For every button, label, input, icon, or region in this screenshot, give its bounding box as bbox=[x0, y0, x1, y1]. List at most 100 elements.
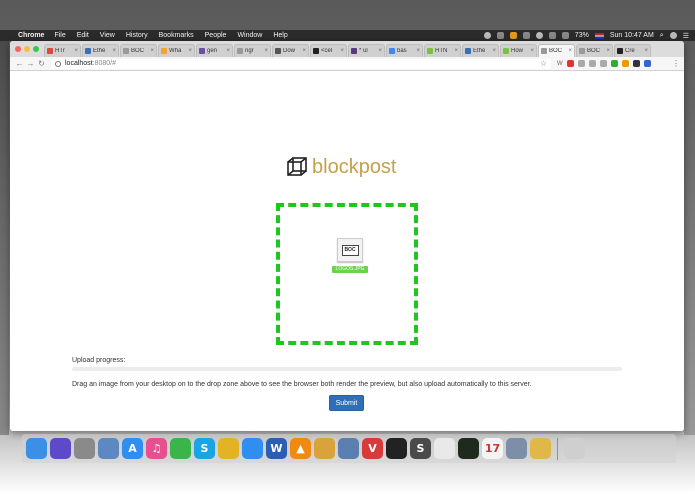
browser-tab[interactable]: BOC × bbox=[120, 44, 157, 57]
activity-monitor-icon[interactable] bbox=[458, 438, 479, 459]
remote-desktop-icon[interactable] bbox=[506, 438, 527, 459]
itunes-icon[interactable]: ♫ bbox=[146, 438, 167, 459]
menu-window[interactable]: Window bbox=[237, 32, 262, 39]
back-arrow-icon[interactable]: ← bbox=[14, 59, 25, 68]
word-icon[interactable]: W bbox=[266, 438, 287, 459]
extension-icon[interactable] bbox=[577, 60, 585, 67]
window-close-button[interactable] bbox=[15, 46, 21, 52]
browser-tab[interactable]: Dow × bbox=[272, 44, 309, 57]
menu-app-name[interactable]: Chrome bbox=[18, 32, 44, 39]
menu-edit[interactable]: Edit bbox=[77, 32, 89, 39]
tab-close-icon[interactable]: × bbox=[150, 48, 154, 54]
browser-tab[interactable]: * ul × bbox=[348, 44, 385, 57]
tab-close-icon[interactable]: × bbox=[492, 48, 496, 54]
file-thumbnail[interactable]: BOC bbox=[337, 238, 363, 262]
browser-tab[interactable]: gen × bbox=[196, 44, 233, 57]
menu-clock[interactable]: Sun 10:47 AM bbox=[610, 32, 654, 39]
browser-tab[interactable]: HTN × bbox=[424, 44, 461, 57]
chrome-icon[interactable] bbox=[218, 438, 239, 459]
tab-close-icon[interactable]: × bbox=[530, 48, 534, 54]
xcode-icon[interactable] bbox=[338, 438, 359, 459]
notification-center-icon[interactable]: ☰ bbox=[683, 32, 689, 40]
window-minimize-button[interactable] bbox=[24, 46, 30, 52]
extension-icon[interactable] bbox=[566, 60, 574, 67]
tab-close-icon[interactable]: × bbox=[264, 48, 268, 54]
safari-icon[interactable] bbox=[242, 438, 263, 459]
spotlight-search-icon[interactable]: ⌕ bbox=[660, 32, 664, 40]
browser-menu-icon[interactable]: ⋮ bbox=[672, 59, 680, 68]
window-maximize-button[interactable] bbox=[33, 46, 39, 52]
preview-icon[interactable] bbox=[98, 438, 119, 459]
submit-button[interactable]: Submit bbox=[329, 395, 364, 411]
image-drop-zone[interactable]: BOC LOGOS.JPG bbox=[276, 203, 418, 345]
status-app-icon[interactable] bbox=[522, 32, 530, 39]
finder-icon[interactable] bbox=[26, 438, 47, 459]
user-avatar-icon[interactable] bbox=[669, 32, 677, 39]
menu-bookmarks[interactable]: Bookmarks bbox=[159, 32, 194, 39]
extension-icon[interactable] bbox=[588, 60, 596, 67]
browser-tab[interactable]: Cre × bbox=[614, 44, 651, 57]
menu-help[interactable]: Help bbox=[273, 32, 287, 39]
status-app-icon[interactable] bbox=[509, 32, 517, 39]
forward-arrow-icon[interactable]: → bbox=[25, 59, 36, 68]
photos-icon[interactable] bbox=[314, 438, 335, 459]
menu-people[interactable]: People bbox=[205, 32, 227, 39]
tab-close-icon[interactable]: × bbox=[568, 48, 572, 54]
tab-close-icon[interactable]: × bbox=[644, 48, 648, 54]
reload-icon[interactable]: ↻ bbox=[36, 59, 47, 68]
input-source-flag-icon[interactable] bbox=[594, 32, 604, 39]
tab-close-icon[interactable]: × bbox=[606, 48, 610, 54]
browser-tab[interactable]: Wha × bbox=[158, 44, 195, 57]
extension-icon[interactable] bbox=[632, 60, 640, 67]
extension-label[interactable]: W bbox=[557, 61, 563, 67]
pencil-icon[interactable] bbox=[530, 438, 551, 459]
trash-icon[interactable] bbox=[564, 438, 585, 459]
tab-close-icon[interactable]: × bbox=[378, 48, 382, 54]
browser-tab[interactable]: bas × bbox=[386, 44, 423, 57]
volume-icon[interactable] bbox=[561, 32, 569, 39]
address-bar[interactable]: localhost :8080/# ☆ bbox=[51, 58, 551, 69]
battery-percent[interactable]: 73% bbox=[575, 32, 589, 39]
textedit-icon[interactable] bbox=[434, 438, 455, 459]
browser-tab[interactable]: HTr × bbox=[44, 44, 81, 57]
vlc-icon[interactable]: ▲ bbox=[290, 438, 311, 459]
extension-icon[interactable] bbox=[610, 60, 618, 67]
browser-tab[interactable]: ngr × bbox=[234, 44, 271, 57]
status-app-icon[interactable] bbox=[496, 32, 504, 39]
siri-icon[interactable] bbox=[50, 438, 71, 459]
extension-icon[interactable] bbox=[599, 60, 607, 67]
browser-tab[interactable]: Ethe × bbox=[82, 44, 119, 57]
terminal-icon[interactable] bbox=[386, 438, 407, 459]
site-info-icon[interactable] bbox=[55, 60, 61, 67]
menu-history[interactable]: History bbox=[126, 32, 148, 39]
browser-tab[interactable]: BOC × bbox=[576, 44, 613, 57]
status-app-icon[interactable] bbox=[483, 32, 491, 39]
app-store-icon[interactable]: A bbox=[122, 438, 143, 459]
tab-close-icon[interactable]: × bbox=[416, 48, 420, 54]
airplay-icon[interactable] bbox=[548, 32, 556, 39]
extension-icon[interactable] bbox=[643, 60, 651, 67]
tab-close-icon[interactable]: × bbox=[226, 48, 230, 54]
tab-close-icon[interactable]: × bbox=[74, 48, 78, 54]
browser-tab[interactable]: Ethe × bbox=[462, 44, 499, 57]
calendar-icon[interactable]: 17 bbox=[482, 438, 503, 459]
facetime-icon[interactable] bbox=[170, 438, 191, 459]
menu-view[interactable]: View bbox=[100, 32, 115, 39]
tab-close-icon[interactable]: × bbox=[302, 48, 306, 54]
extension-icon[interactable] bbox=[621, 60, 629, 67]
url-host: localhost bbox=[65, 60, 93, 67]
vivaldi-icon[interactable]: V bbox=[362, 438, 383, 459]
browser-tab[interactable]: <cel × bbox=[310, 44, 347, 57]
skype-icon[interactable]: S bbox=[194, 438, 215, 459]
browser-tab[interactable]: BOC × bbox=[538, 44, 575, 57]
wifi-icon[interactable] bbox=[535, 32, 543, 39]
tab-close-icon[interactable]: × bbox=[340, 48, 344, 54]
launchpad-icon[interactable] bbox=[74, 438, 95, 459]
tab-close-icon[interactable]: × bbox=[454, 48, 458, 54]
tab-close-icon[interactable]: × bbox=[112, 48, 116, 54]
tab-close-icon[interactable]: × bbox=[188, 48, 192, 54]
menu-file[interactable]: File bbox=[54, 32, 65, 39]
browser-tab[interactable]: How × bbox=[500, 44, 537, 57]
sublime-icon[interactable]: S bbox=[410, 438, 431, 459]
bookmark-star-icon[interactable]: ☆ bbox=[540, 59, 547, 68]
